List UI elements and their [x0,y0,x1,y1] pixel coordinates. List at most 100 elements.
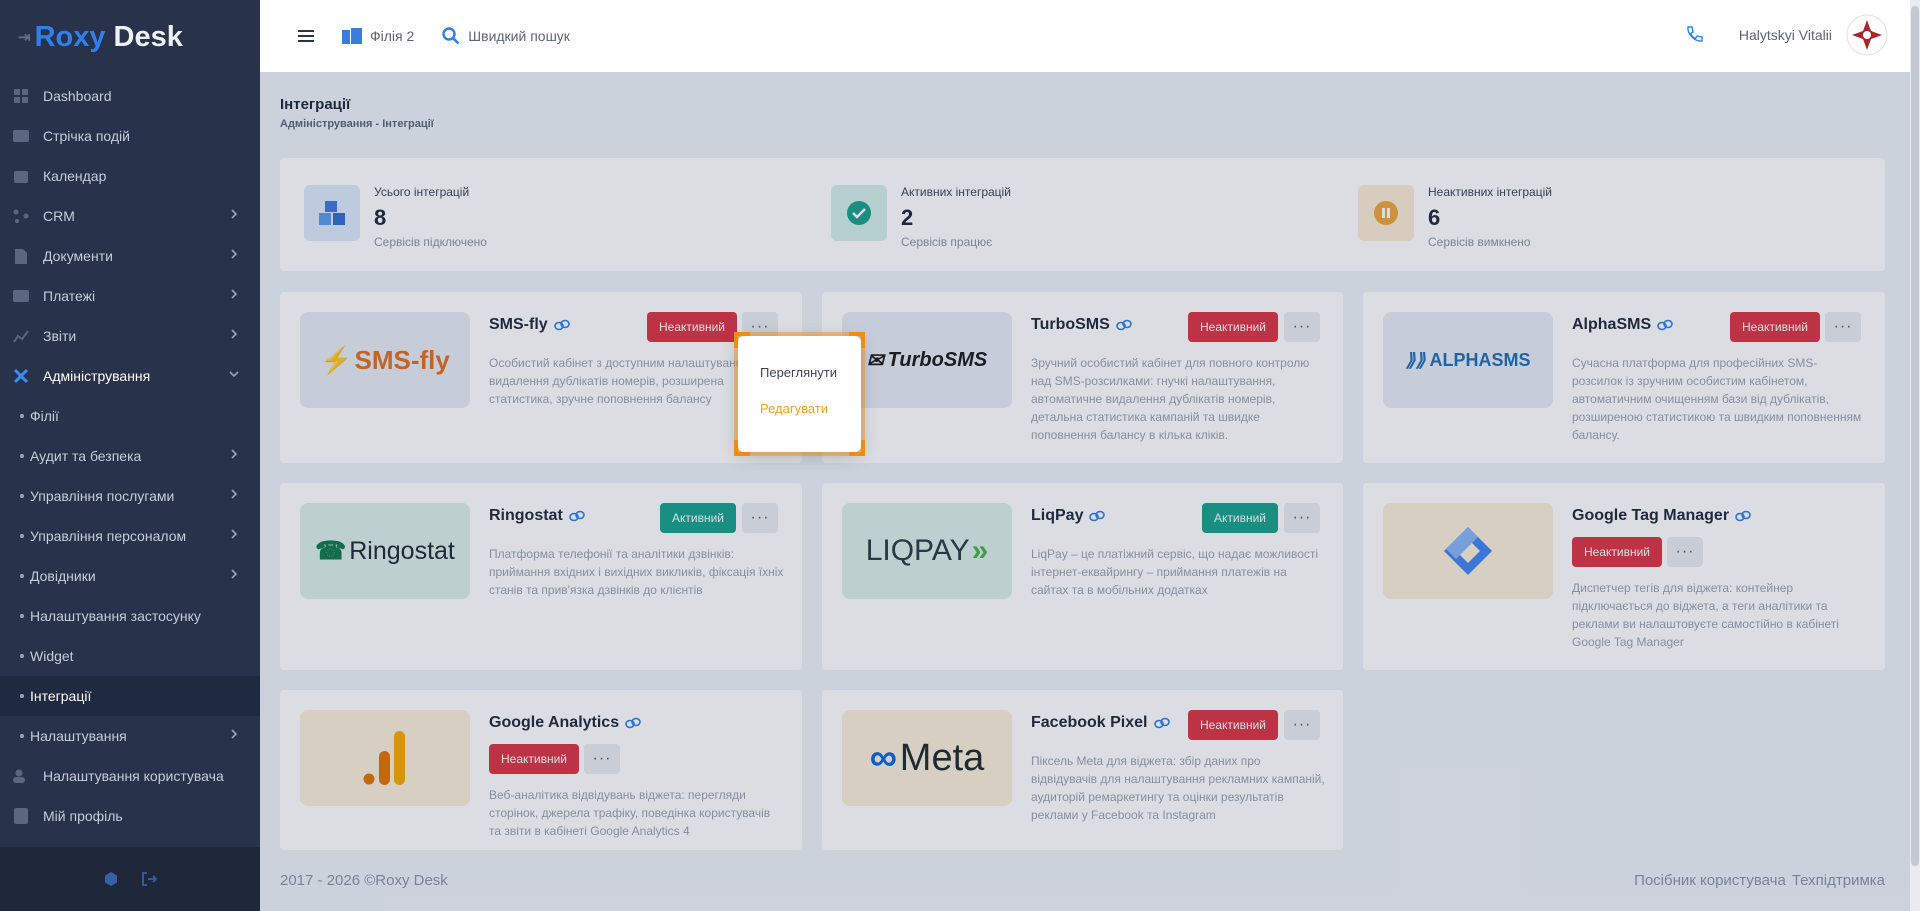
sidebar-item-directories[interactable]: Довідники [0,556,260,596]
sidebar-item-settings[interactable]: Налаштування [0,716,260,756]
chevron-right-icon [231,289,238,299]
collapse-arrows-icon[interactable]: ⇥ [18,28,31,46]
more-actions-button[interactable]: ··· [1825,312,1861,342]
sidebar-item-payments[interactable]: Платежі [0,276,260,316]
google-tag-manager-icon [1444,527,1492,575]
sidebar-item-dashboard[interactable]: Dashboard [0,76,260,116]
status-badge: Активний [1202,503,1278,533]
link-icon[interactable] [1657,319,1673,331]
link-icon[interactable] [1116,319,1132,331]
link-icon[interactable] [1153,717,1170,729]
chevron-right-icon [231,569,238,579]
bullet-icon [20,454,24,458]
bullet-icon [20,614,24,618]
link-icon[interactable] [625,717,641,729]
stat-subtitle: Сервісів підключено [374,235,487,249]
sidebar-item-label: Документи [43,248,113,264]
app-logo[interactable]: ⇥ Roxy Desk [18,20,183,54]
integration-name: TurboSMS [1031,316,1132,334]
logout-icon[interactable] [141,871,157,887]
link-icon[interactable] [1735,510,1751,522]
sidebar-item-app-settings[interactable]: Налаштування застосунку [0,596,260,636]
topbar: Філія 2 Швидкий пошук Halytskyi Vitalii [260,0,1910,72]
crm-icon [12,208,30,224]
chevron-right-icon [231,729,238,739]
sidebar-item-label: Dashboard [43,88,112,104]
sidebar-item-administration[interactable]: Адміністрування [0,356,260,396]
user-name[interactable]: Halytskyi Vitalii [1739,27,1832,43]
stat-total: Усього інтеграцій 8 Сервісів підключено [304,185,487,249]
chevron-right-icon [231,209,238,219]
chevron-right-icon [231,249,238,259]
more-actions-button[interactable]: ··· [1284,503,1320,533]
stat-title: Неактивних інтеграцій [1428,185,1552,199]
highlight-corner [734,332,750,348]
integration-card-turbosms: ✉ TurboSMS TurboSMS Неактивний ··· Зручни… [822,292,1343,463]
sidebar-item-label: Widget [30,648,74,664]
status-badge: Неактивний [489,744,580,774]
sidebar-item-profile[interactable]: Мій профіль [0,796,260,836]
copyright: 2017 - 2026 ©Roxy Desk [280,872,448,889]
avatar[interactable] [1846,14,1888,56]
sidebar-item-reports[interactable]: Звіти [0,316,260,356]
menu-item-edit[interactable]: Редагувати [760,401,828,416]
sidebar-item-staff[interactable]: Управління персоналом [0,516,260,556]
logo-text-roxy: Roxy [34,20,106,53]
hamburger-menu-icon[interactable] [298,29,314,43]
user-guide-link[interactable]: Посібник користувача [1634,872,1786,889]
menu-item-view[interactable]: Переглянути [760,365,837,380]
chevron-right-icon [231,489,238,499]
page-scrollbar[interactable] [1910,0,1920,911]
google-analytics-logo [300,710,470,806]
sidebar-item-label: Управління персоналом [30,528,187,544]
sidebar-item-events[interactable]: Стрічка подій [0,116,260,156]
document-icon [12,248,30,264]
link-icon[interactable] [568,510,585,522]
pause-circle-icon [1358,185,1414,241]
quick-search[interactable]: Швидкий пошук [442,27,570,45]
support-link[interactable]: Техпідтримка [1792,872,1885,889]
hexagon-icon[interactable] [103,871,119,887]
sidebar-item-crm[interactable]: CRM [0,196,260,236]
alphasms-logo: ⟫⟫ ALPHASMS [1383,312,1553,408]
integration-card-google-analytics: Google Analytics Неактивний ··· Веб-анал… [280,690,802,850]
dashboard-icon [12,88,30,104]
page-title: Інтеграції [280,96,351,113]
link-icon[interactable] [553,319,570,331]
page-footer: 2017 - 2026 ©Roxy Desk Посібник користув… [280,872,1885,889]
sidebar-item-label: Стрічка подій [43,128,130,144]
more-actions-button[interactable]: ··· [584,744,620,774]
branch-selector[interactable]: Філія 2 [342,28,414,44]
meta-logo: ∞ Meta [842,710,1012,806]
phone-icon[interactable] [1685,26,1703,44]
sidebar-item-calendar[interactable]: Календар [0,156,260,196]
sidebar-item-label: Аудит та безпека [30,448,142,464]
sidebar-item-services[interactable]: Управління послугами [0,476,260,516]
sidebar-item-branches[interactable]: Філії [0,396,260,436]
sidebar-item-user-settings[interactable]: Налаштування користувача [0,756,260,796]
calendar-icon [12,168,30,184]
liqpay-logo: LIQPAY» [842,503,1012,599]
integration-card-gtm: Google Tag Manager Неактивний ··· Диспет… [1363,483,1885,670]
sidebar-item-widget[interactable]: Widget [0,636,260,676]
status-badge: Неактивний [647,312,738,342]
id-card-icon [12,808,30,824]
more-actions-button[interactable]: ··· [1667,537,1703,567]
integration-description: LiqPay – це платіжний сервіс, що надає м… [1031,547,1319,597]
link-icon[interactable] [1089,510,1106,522]
sidebar-item-documents[interactable]: Документи [0,236,260,276]
sidebar-item-label: Налаштування [30,728,127,744]
more-actions-button[interactable]: ··· [742,503,778,533]
stat-inactive: Неактивних інтеграцій 6 Сервісів вимкнено [1358,185,1552,249]
more-actions-button[interactable]: ··· [1284,710,1320,740]
scrollbar-thumb[interactable] [1911,6,1919,866]
search-icon [442,27,460,45]
sidebar-item-integrations[interactable]: Інтеграції [0,676,260,716]
sidebar-item-label: Довідники [30,568,96,584]
status-badge: Неактивний [1730,312,1821,342]
more-actions-button[interactable]: ··· [1284,312,1320,342]
sidebar-item-label: Налаштування застосунку [30,608,201,624]
sidebar-item-audit[interactable]: Аудит та безпека [0,436,260,476]
bullet-icon [20,574,24,578]
stat-subtitle: Сервісів працює [901,235,993,249]
